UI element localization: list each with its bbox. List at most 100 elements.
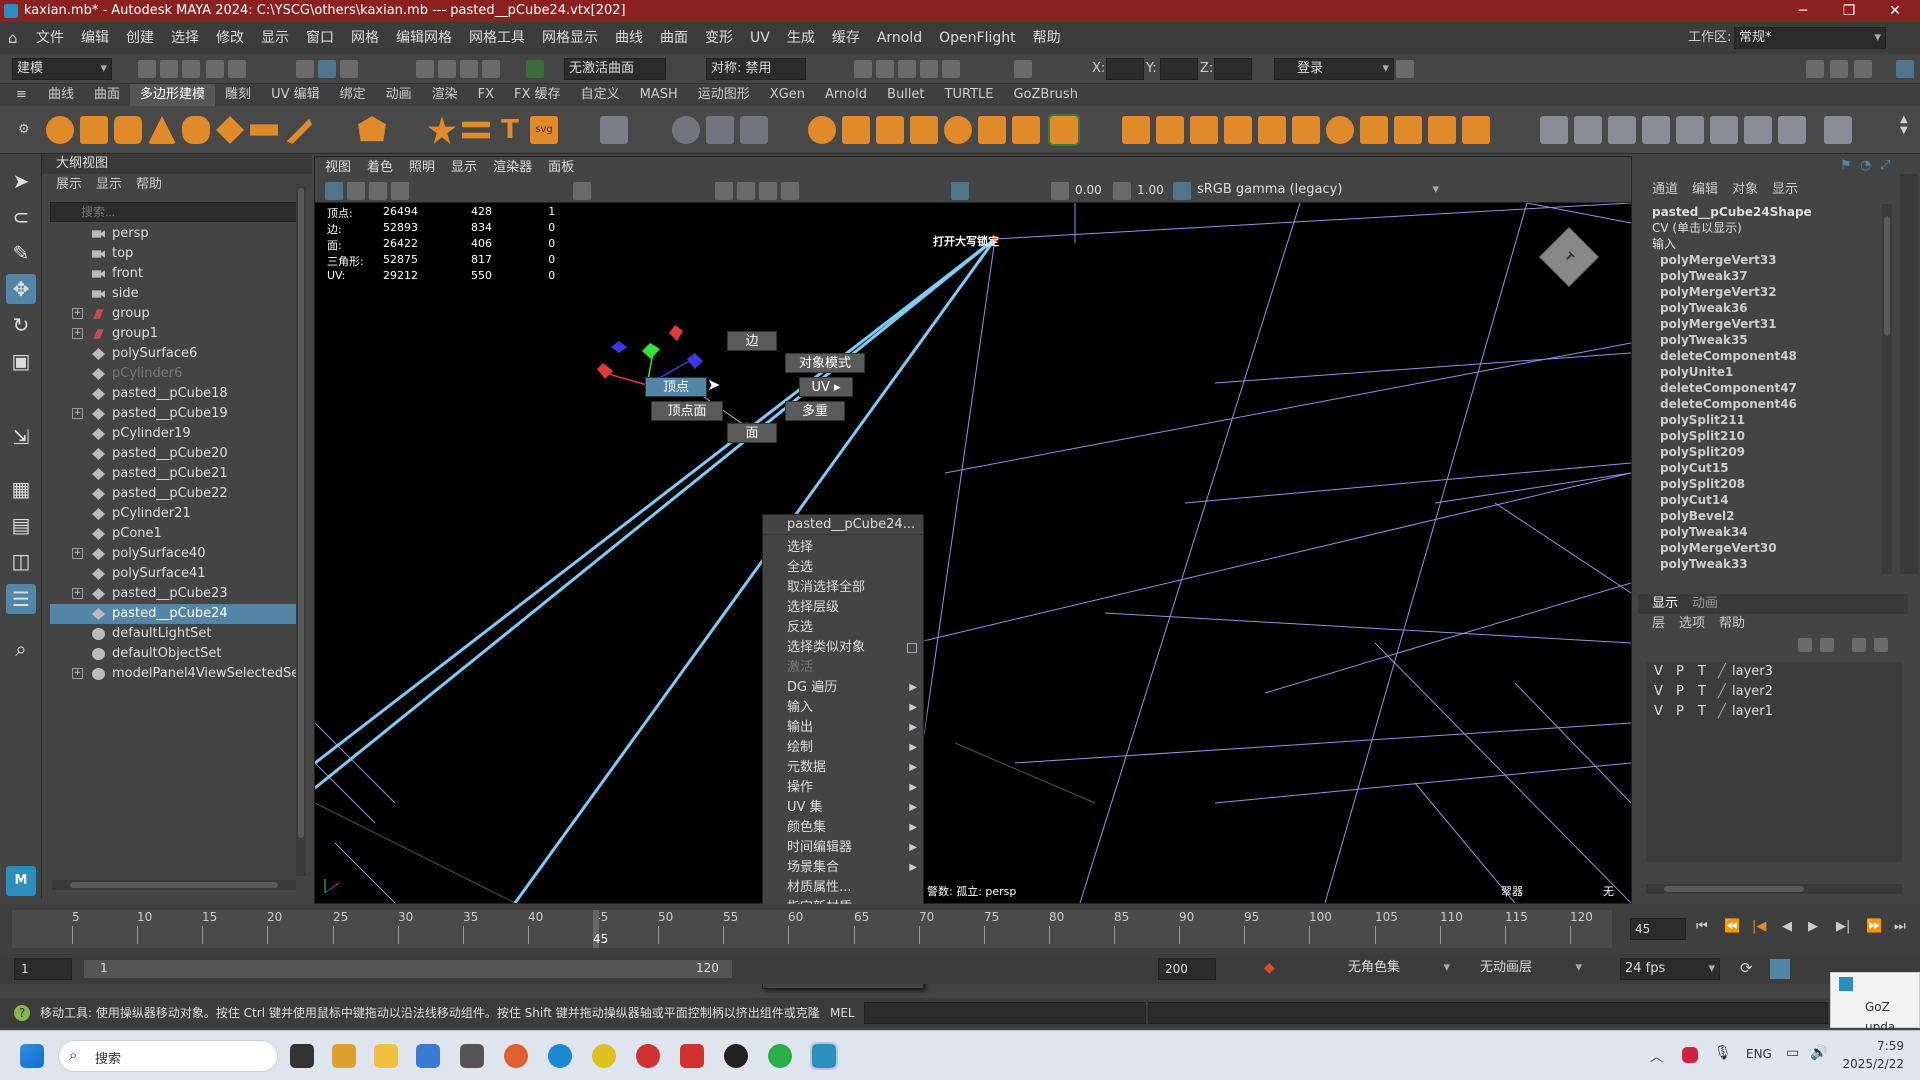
channel-box-menu-item[interactable]: 对象 <box>1732 182 1758 197</box>
four-pane-icon[interactable]: ▤ <box>6 510 36 540</box>
shelf-tab[interactable]: Bullet <box>877 84 934 106</box>
multi-cut-icon[interactable] <box>1540 116 1568 144</box>
play-forward-icon[interactable]: ▶ <box>1808 919 1818 934</box>
layer-tab[interactable]: 动画 <box>1692 596 1718 611</box>
snap-view-icon[interactable] <box>482 60 500 78</box>
move-tool-icon[interactable]: ✥ <box>6 274 36 304</box>
input-node[interactable]: polyTweak35 <box>1642 332 1892 348</box>
context-menu-item[interactable]: 材质属性... <box>763 878 923 898</box>
isolate-select-icon[interactable] <box>951 182 969 200</box>
new-layer-selected-icon[interactable] <box>1874 638 1888 652</box>
loop-icon[interactable]: ⟳ <box>1740 959 1753 977</box>
marking-menu-vertex[interactable]: 顶点 <box>645 377 707 397</box>
wedge-icon[interactable] <box>1292 116 1320 144</box>
taskbar-search[interactable]: ⌕ 搜索 <box>58 1040 278 1072</box>
context-menu-item[interactable]: 输出 ▶ <box>763 718 923 738</box>
app-icon-3[interactable] <box>460 1044 484 1068</box>
exposure-icon[interactable] <box>1051 182 1069 200</box>
search-tool-icon[interactable]: ⌕ <box>6 634 36 664</box>
context-menu-item[interactable]: 元数据 ▶ <box>763 758 923 778</box>
outliner-item[interactable]: + modelPanel4ViewSelectedSet <box>50 664 304 684</box>
layer-menu-item[interactable]: 帮助 <box>1719 616 1745 631</box>
app-icon-4[interactable] <box>504 1044 528 1068</box>
svg-curve-icon[interactable] <box>462 121 490 139</box>
z-field[interactable] <box>1214 58 1252 80</box>
textured-icon[interactable] <box>759 182 777 200</box>
outliner-item[interactable]: + pasted__pCube23 <box>50 584 298 604</box>
outliner-layout-icon[interactable]: ☰ <box>6 584 36 614</box>
outliner-hscrollbar[interactable] <box>52 880 296 890</box>
end-frame-field[interactable]: 200 <box>1158 958 1216 980</box>
context-menu-item[interactable]: 取消选择全部 <box>763 578 923 598</box>
edge-select-icon[interactable] <box>1824 116 1852 144</box>
layer-toggle-p[interactable]: P <box>1676 682 1684 702</box>
range-bar[interactable] <box>84 960 732 978</box>
scale-tool-icon[interactable]: ▣ <box>6 346 36 376</box>
layer-row[interactable]: V P T ╱ layer3 <box>1646 662 1902 682</box>
viewport-menu-item[interactable]: 显示 <box>451 160 477 175</box>
merge-icon[interactable] <box>1462 116 1490 144</box>
live-surface-field[interactable]: 无激活曲面 <box>564 58 666 80</box>
snap-live-icon[interactable] <box>526 60 544 78</box>
shelf-tab[interactable]: 雕刻 <box>215 84 261 106</box>
marking-menu-face[interactable]: 面 <box>727 423 777 443</box>
channel-box-icon[interactable] <box>1896 60 1914 78</box>
ipr-render-icon[interactable] <box>876 60 894 78</box>
outliner-item[interactable]: pasted__pCube22 <box>50 484 298 504</box>
outliner-item[interactable]: top <box>50 244 298 264</box>
menu-item[interactable]: 显示 <box>261 22 289 54</box>
symmetry-field[interactable]: 对称: 禁用 <box>706 58 806 80</box>
anim-layer-dropdown[interactable]: 无动画层 <box>1476 958 1586 980</box>
menu-item[interactable]: 编辑网格 <box>396 22 452 54</box>
menu-item[interactable]: 文件 <box>36 22 64 54</box>
panel-icon-c[interactable]: ⤢ <box>1880 158 1890 173</box>
clock-time[interactable]: 7:59 <box>1848 1039 1904 1053</box>
menuset-dropdown[interactable]: 建模 <box>12 58 112 80</box>
extract-icon[interactable] <box>876 116 904 144</box>
menu-item[interactable]: 修改 <box>216 22 244 54</box>
outliner-item[interactable]: pasted__pCube24 <box>50 604 298 624</box>
input-node[interactable]: polyCut15 <box>1642 460 1892 476</box>
minimize-button[interactable]: ─ <box>1786 0 1820 22</box>
go-to-start-icon[interactable]: ⏮ <box>1696 919 1708 934</box>
color-management-icon[interactable] <box>1173 182 1191 200</box>
viewport-menu-item[interactable]: 着色 <box>367 160 393 175</box>
input-node[interactable]: polyUnite1 <box>1642 364 1892 380</box>
panel-icon-a[interactable]: ⚑ <box>1840 158 1852 173</box>
select-camera-icon[interactable] <box>325 182 343 200</box>
mirror-geo-icon[interactable] <box>1012 116 1040 144</box>
input-node[interactable]: polyTweak36 <box>1642 300 1892 316</box>
render-settings-icon[interactable] <box>898 60 916 78</box>
time-ruler[interactable]: 5 10 15 20 25 30 35 40 45 50 55 60 65 70 75 80 85 90 95 100… <box>12 910 1612 948</box>
context-menu-item[interactable]: 全选 <box>763 558 923 578</box>
type-tool-icon[interactable]: T <box>496 116 524 144</box>
character-set-dropdown[interactable]: 无角色集 <box>1344 958 1454 980</box>
shelf-tab[interactable]: 自定义 <box>571 84 630 106</box>
clock-date[interactable]: 2025/2/22 <box>1836 1057 1904 1071</box>
poly-disc-icon[interactable] <box>250 124 278 136</box>
input-node[interactable]: deleteComponent47 <box>1642 380 1892 396</box>
edge-icon[interactable] <box>548 1044 572 1068</box>
poly-cube-icon[interactable] <box>80 116 108 144</box>
extrude-icon[interactable] <box>1122 116 1150 144</box>
single-pane-icon[interactable]: ▦ <box>6 474 36 504</box>
attribute-editor-icon[interactable] <box>1830 60 1848 78</box>
target-weld-icon[interactable] <box>1710 116 1738 144</box>
shelf-tab[interactable]: GoZBrush <box>1003 84 1087 106</box>
marking-menu-vertex-face[interactable]: 顶点面 <box>651 401 723 421</box>
task-view-icon[interactable] <box>290 1044 314 1068</box>
outliner-menu-item[interactable]: 帮助 <box>136 177 162 192</box>
rotate-tool-icon[interactable]: ↻ <box>6 310 36 340</box>
input-node[interactable]: polyTweak34 <box>1642 524 1892 540</box>
input-node[interactable]: polySplit209 <box>1642 444 1892 460</box>
windows-start-icon[interactable] <box>20 1044 44 1068</box>
viewport-menu-item[interactable]: 照明 <box>409 160 435 175</box>
menu-item[interactable]: 生成 <box>787 22 815 54</box>
outliner-item[interactable]: pCylinder21 <box>50 504 298 524</box>
shelf-tab[interactable]: Arnold <box>815 84 877 106</box>
hypershade-icon[interactable] <box>920 60 938 78</box>
cv-note[interactable]: CV (单击以显示) <box>1642 220 1892 236</box>
smooth-icon[interactable] <box>944 116 972 144</box>
shelf-tab[interactable]: 运动图形 <box>688 84 760 106</box>
wps-icon[interactable] <box>680 1044 704 1068</box>
